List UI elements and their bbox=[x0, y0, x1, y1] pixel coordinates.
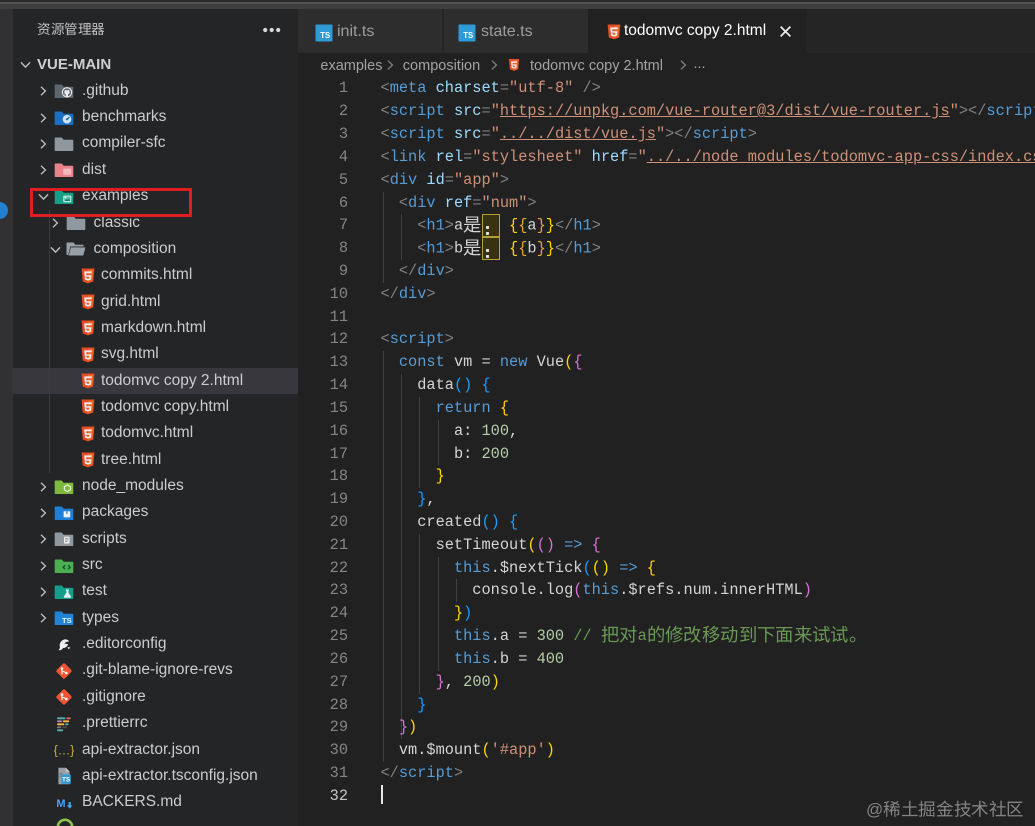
svg-text:M: M bbox=[56, 798, 65, 810]
svg-text:{…}: {…} bbox=[54, 744, 74, 758]
svg-text:TS: TS bbox=[62, 777, 71, 784]
svg-text:TS: TS bbox=[62, 616, 72, 625]
svg-text:TS: TS bbox=[320, 31, 330, 40]
svg-text:TS: TS bbox=[463, 31, 473, 40]
